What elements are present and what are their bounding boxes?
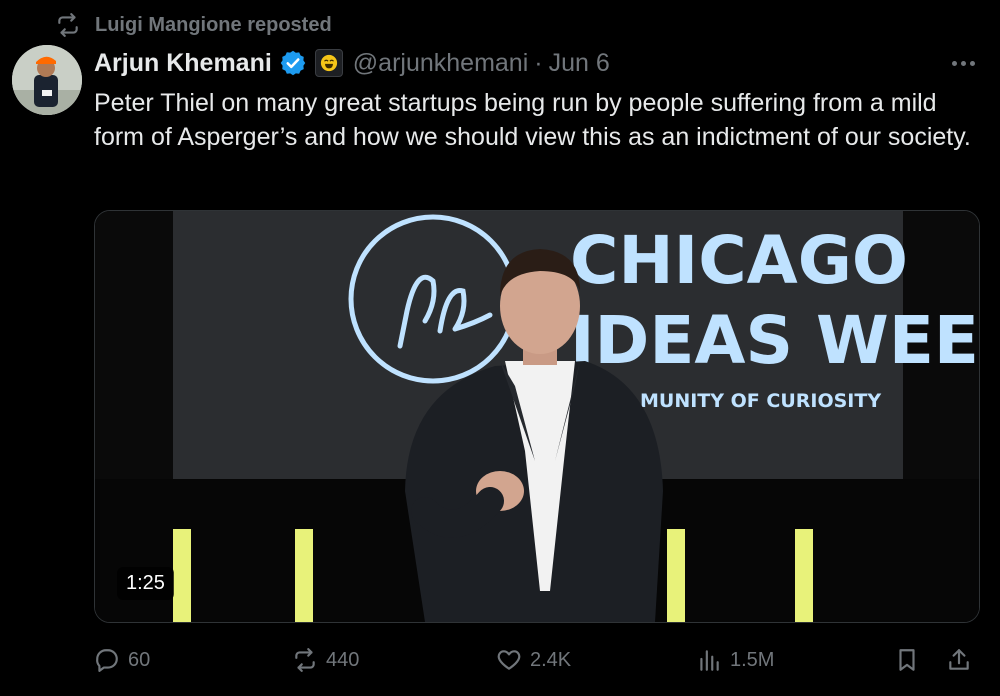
share-icon xyxy=(949,649,969,670)
more-options-button[interactable] xyxy=(946,50,980,76)
repost-icon xyxy=(58,13,78,37)
share-button[interactable] xyxy=(946,638,980,682)
stage-text-line2: IDEAS WEE xyxy=(570,302,979,379)
avatar[interactable] xyxy=(12,45,82,115)
like-button[interactable]: 2.4K xyxy=(496,638,571,682)
views-button[interactable]: 1.5M xyxy=(696,638,774,682)
bookmark-icon xyxy=(899,649,915,671)
tweet-header: Arjun Khemani @arjunkhemani · Jun 6 xyxy=(94,46,610,80)
reply-button[interactable]: 60 xyxy=(94,638,150,682)
more-dot xyxy=(960,60,966,66)
reply-icon xyxy=(96,649,118,672)
video-player[interactable]: CHICAGO IDEAS WEE MUNITY OF CURIOSITY 1:… xyxy=(94,210,980,623)
laughing-emoji-badge-icon xyxy=(320,54,337,72)
repost-count: 440 xyxy=(326,648,360,671)
views-chart-icon xyxy=(700,650,719,671)
stage-text-line3: MUNITY OF CURIOSITY xyxy=(640,390,881,412)
repost-banner-text: Luigi Mangione reposted xyxy=(95,13,332,36)
author-handle[interactable]: @arjunkhemani xyxy=(353,49,528,78)
action-bar: 60 440 2.4K 1.5M xyxy=(94,638,984,682)
verified-badge-icon[interactable] xyxy=(279,49,307,77)
more-dot xyxy=(969,60,975,66)
reply-count: 60 xyxy=(128,648,151,671)
author-name[interactable]: Arjun Khemani xyxy=(94,49,272,78)
stage-text-line1: CHICAGO xyxy=(570,222,908,299)
more-dot xyxy=(951,60,957,66)
heart-icon xyxy=(497,650,521,670)
tweet-text: Peter Thiel on many great startups being… xyxy=(94,89,971,151)
like-count: 2.4K xyxy=(530,648,572,671)
video-frame: CHICAGO IDEAS WEE MUNITY OF CURIOSITY xyxy=(95,211,979,622)
view-count: 1.5M xyxy=(730,648,775,671)
separator-dot: · xyxy=(534,48,543,77)
affiliation-badge[interactable] xyxy=(314,49,343,77)
tweet-date[interactable]: Jun 6 xyxy=(549,49,610,78)
bookmark-button[interactable] xyxy=(894,638,928,682)
repost-banner[interactable]: Luigi Mangione reposted xyxy=(55,10,332,40)
video-duration: 1:25 xyxy=(117,567,174,600)
repost-icon xyxy=(295,648,315,672)
repost-button[interactable]: 440 xyxy=(292,638,359,682)
